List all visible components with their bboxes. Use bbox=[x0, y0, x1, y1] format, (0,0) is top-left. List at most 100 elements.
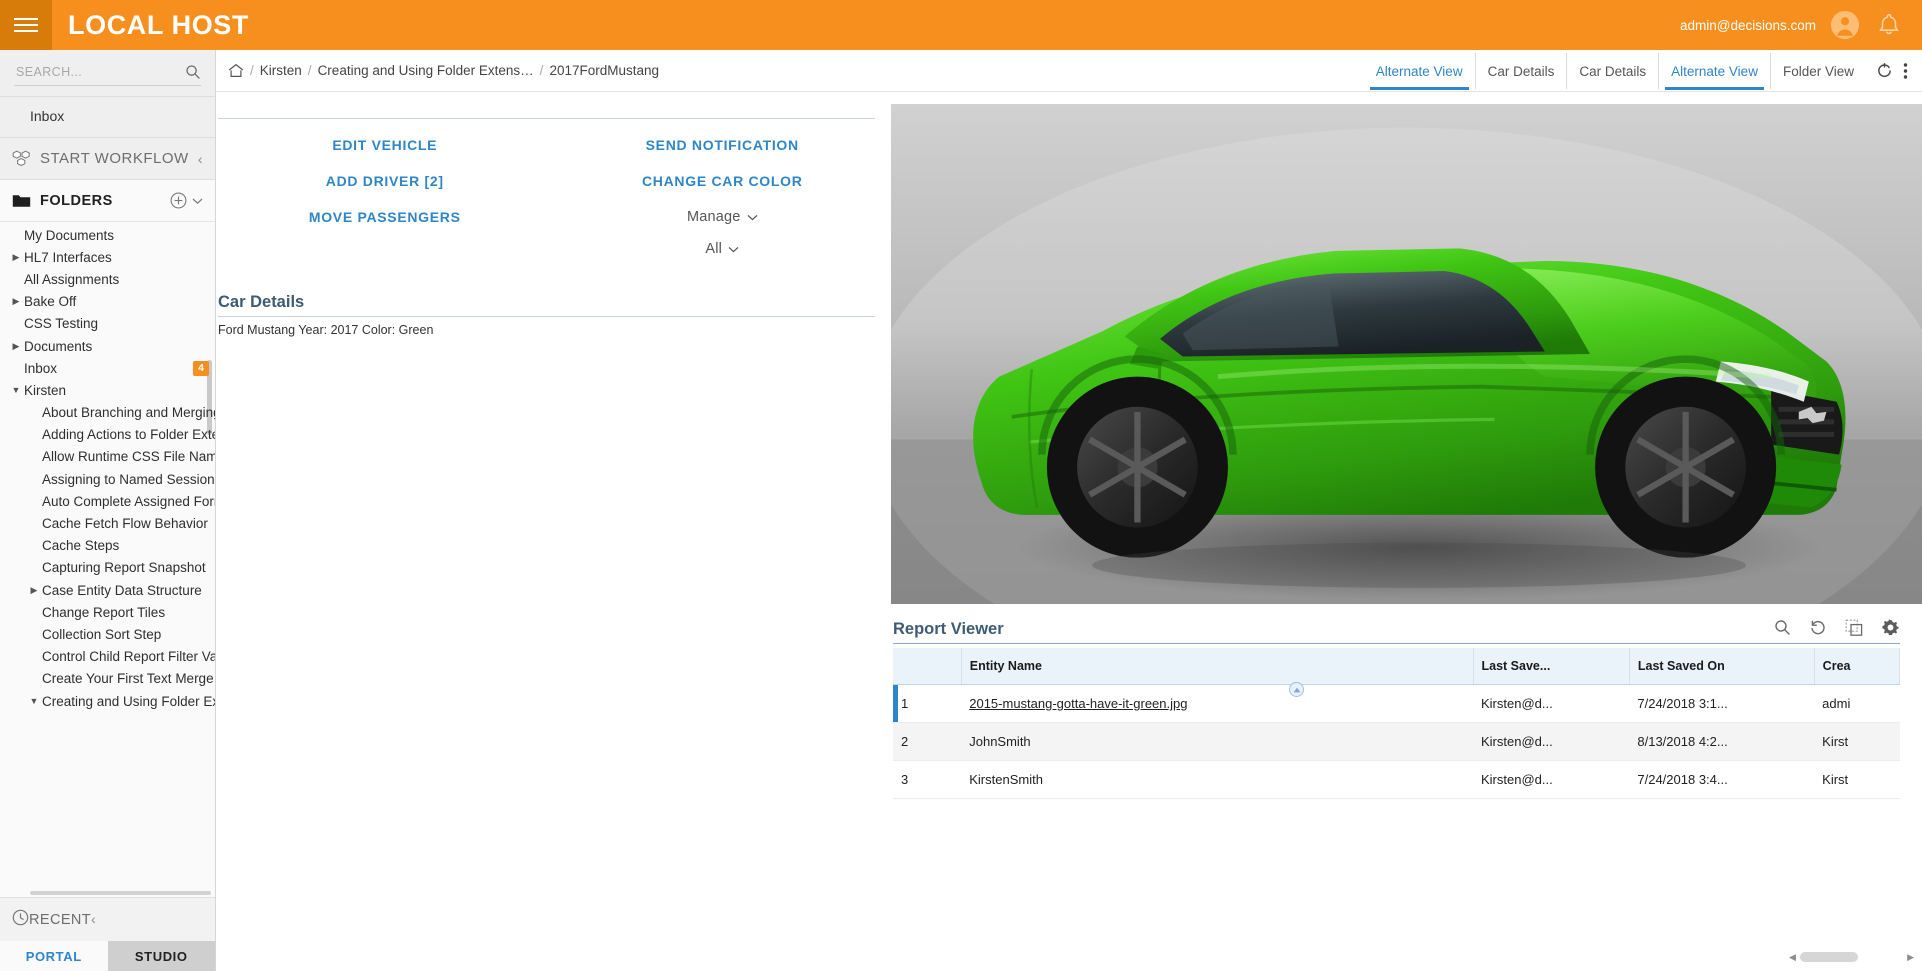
sidebar-tree-item[interactable]: Auto Complete Assigned Form bbox=[0, 490, 215, 512]
sidebar-tree-item[interactable]: ▶ HL7 Interfaces bbox=[0, 246, 215, 268]
search-icon[interactable] bbox=[185, 64, 201, 80]
chevron-right-icon[interactable]: ▶ bbox=[8, 341, 24, 352]
table-row[interactable]: 1 2015-mustang-gotta-have-it-green.jpg Kir… bbox=[893, 684, 1900, 723]
sidebar-tree-item[interactable]: Cache Steps bbox=[0, 535, 215, 557]
view-tab[interactable]: Car Details bbox=[1476, 52, 1568, 89]
sidebar-tree-item[interactable]: About Branching and Merging Fl bbox=[0, 402, 215, 424]
column-header-index[interactable] bbox=[893, 648, 962, 685]
cell-created-by: admi bbox=[1814, 684, 1900, 723]
sidebar-tree-item-label: My Documents bbox=[24, 227, 115, 243]
sidebar-tree-item[interactable]: Change Report Tiles bbox=[0, 601, 215, 623]
cell-last-saved-on: 7/24/2018 3:4... bbox=[1629, 760, 1815, 799]
chevron-right-icon[interactable]: ▶ bbox=[8, 252, 24, 263]
sidebar-tree-item[interactable]: Control Child Report Filter Value bbox=[0, 646, 215, 668]
table-row[interactable]: 3 KirstenSmith Kirsten@d... 7/24/2018 3:4..… bbox=[893, 760, 1900, 799]
scrollbar-track[interactable] bbox=[1799, 952, 1903, 962]
report-viewer-toolbar bbox=[1774, 618, 1900, 639]
table-row[interactable]: 2 JohnSmith Kirsten@d... 8/13/2018 4:2... Ki… bbox=[893, 722, 1900, 761]
sidebar-tree-item[interactable]: All Assignments bbox=[0, 268, 215, 290]
chevron-down-icon[interactable] bbox=[192, 197, 203, 205]
brand-title: LOCAL HOST bbox=[68, 9, 249, 40]
tree-horizontal-scrollbar[interactable] bbox=[30, 891, 211, 895]
sidebar-tree-item[interactable]: Collection Sort Step bbox=[0, 623, 215, 645]
sidebar-tree-item[interactable]: Assigning to Named Sessions bbox=[0, 468, 215, 490]
sidebar-tree-item-label: Collection Sort Step bbox=[42, 626, 162, 642]
chevron-left-icon[interactable]: ‹ bbox=[91, 911, 96, 927]
sidebar-tree-item[interactable]: ▶ Bake Off bbox=[0, 291, 215, 313]
sidebar-tree-item-label: Inbox bbox=[24, 360, 58, 376]
send-notification-button[interactable]: SEND NOTIFICATION bbox=[646, 137, 799, 153]
scroll-left-arrow[interactable]: ◀ bbox=[1789, 952, 1796, 963]
breadcrumb-item-1[interactable]: Kirsten bbox=[260, 63, 302, 78]
sidebar-tree-item[interactable]: My Documents bbox=[0, 224, 215, 246]
add-driver-button[interactable]: ADD DRIVER [2] bbox=[326, 173, 444, 189]
column-header-last-saved-by[interactable]: Last Save... bbox=[1473, 648, 1630, 685]
chevron-down-icon[interactable]: ▼ bbox=[8, 385, 24, 395]
home-icon[interactable] bbox=[228, 63, 244, 78]
sidebar-tree-item[interactable]: Cache Fetch Flow Behavior bbox=[0, 512, 215, 534]
search-input[interactable] bbox=[14, 64, 185, 80]
move-passengers-button[interactable]: MOVE PASSENGERS bbox=[309, 209, 461, 225]
search-icon[interactable] bbox=[1774, 619, 1791, 636]
chevron-right-icon[interactable]: ▶ bbox=[8, 296, 24, 307]
sidebar-tree-item[interactable]: ▶ Case Entity Data Structure bbox=[0, 579, 215, 601]
sidebar-tree-item[interactable]: Capturing Report Snapshot bbox=[0, 557, 215, 579]
view-tabs: Alternate View Car Details Car Details Alte… bbox=[1364, 52, 1866, 90]
column-header-last-saved-on[interactable]: Last Saved On bbox=[1629, 648, 1815, 685]
sidebar-tree-item[interactable]: ▼ Kirsten bbox=[0, 379, 215, 401]
refresh-icon[interactable] bbox=[1809, 619, 1827, 637]
cell-entity-name: JohnSmith bbox=[961, 722, 1473, 761]
kebab-menu-icon[interactable] bbox=[1903, 62, 1908, 80]
column-header-created-by[interactable]: Crea bbox=[1814, 648, 1901, 685]
change-car-color-button[interactable]: CHANGE CAR COLOR bbox=[642, 173, 803, 189]
sidebar-folders-header[interactable]: FOLDERS bbox=[0, 180, 215, 222]
sidebar-tab-portal[interactable]: PORTAL bbox=[0, 941, 108, 971]
sidebar-tree-item[interactable]: ▶ Documents bbox=[0, 335, 215, 357]
sort-ascending-icon[interactable] bbox=[1289, 682, 1304, 697]
breadcrumb-item-3[interactable]: 2017FordMustang bbox=[549, 63, 659, 78]
entity-name-link[interactable]: 2015-mustang-gotta-have-it-green.jpg bbox=[969, 696, 1187, 711]
sidebar-tree-item-label: Bake Off bbox=[24, 294, 77, 310]
sidebar-tab-studio[interactable]: STUDIO bbox=[107, 941, 215, 971]
report-viewer-divider bbox=[893, 643, 1900, 644]
plus-circle-icon[interactable] bbox=[170, 192, 187, 209]
breadcrumb-item-2[interactable]: Creating and Using Folder Extens… bbox=[318, 63, 534, 78]
scroll-right-arrow[interactable]: ▶ bbox=[1907, 952, 1914, 963]
all-dropdown[interactable]: All bbox=[705, 241, 739, 257]
cell-entity-name[interactable]: 2015-mustang-gotta-have-it-green.jpg bbox=[961, 684, 1473, 723]
edit-vehicle-button[interactable]: EDIT VEHICLE bbox=[332, 137, 437, 153]
sidebar: Inbox START WORKFLOW ‹ bbox=[0, 50, 216, 971]
hamburger-menu-icon[interactable] bbox=[0, 0, 52, 50]
view-tab[interactable]: Folder View bbox=[1771, 53, 1866, 89]
view-tab[interactable]: Alternate View bbox=[1659, 52, 1771, 90]
sidebar-tree-item[interactable]: CSS Testing bbox=[0, 313, 215, 335]
chevron-right-icon[interactable]: ▶ bbox=[26, 585, 42, 596]
cell-created-by: Kirst bbox=[1814, 722, 1900, 761]
chevron-down-icon[interactable]: ▼ bbox=[26, 696, 42, 706]
view-tab[interactable]: Alternate View bbox=[1364, 52, 1476, 90]
chevron-left-icon[interactable]: ‹ bbox=[198, 151, 203, 167]
view-tab[interactable]: Car Details bbox=[1567, 52, 1660, 89]
sidebar-tree-item[interactable]: ▼Creating and Using Folder Exten bbox=[0, 690, 215, 712]
sidebar-search-area bbox=[0, 50, 215, 97]
user-avatar-icon[interactable] bbox=[1830, 10, 1860, 40]
copy-icon[interactable] bbox=[1845, 619, 1863, 637]
sidebar-tree-item[interactable]: Create Your First Text Merge bbox=[0, 668, 215, 690]
scrollbar-thumb[interactable] bbox=[1799, 952, 1858, 962]
user-email[interactable]: admin@decisions.com bbox=[1680, 18, 1816, 33]
column-header-entity-name[interactable]: Entity Name bbox=[961, 648, 1474, 685]
report-horizontal-scrollbar[interactable]: ◀ ▶ bbox=[1789, 951, 1914, 963]
sidebar-tree-item[interactable]: Adding Actions to Folder Extens bbox=[0, 424, 215, 446]
sidebar-recent-header[interactable]: RECENT ‹ bbox=[0, 897, 215, 941]
sidebar-tree-item[interactable]: Inbox 4 bbox=[0, 357, 215, 379]
sidebar-tree-item[interactable]: Allow Runtime CSS File Name bbox=[0, 446, 215, 468]
refresh-icon[interactable] bbox=[1876, 62, 1893, 79]
sidebar-start-workflow[interactable]: START WORKFLOW ‹ bbox=[0, 138, 215, 180]
notification-bell-icon[interactable] bbox=[1874, 10, 1904, 40]
sidebar-inbox-link[interactable]: Inbox bbox=[0, 97, 215, 138]
gear-icon[interactable] bbox=[1881, 618, 1900, 637]
manage-dropdown[interactable]: Manage bbox=[687, 209, 758, 225]
sidebar-tree-item-label: Cache Steps bbox=[42, 538, 120, 554]
